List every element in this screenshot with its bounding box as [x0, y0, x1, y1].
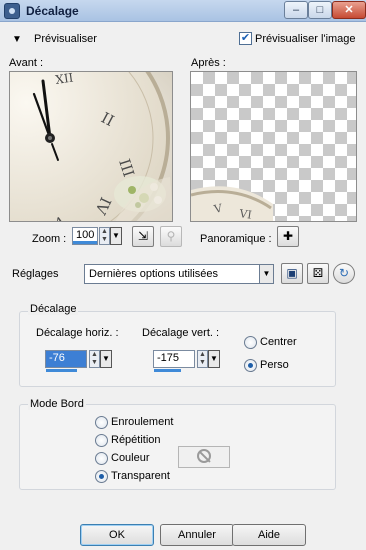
close-icon: ✕ — [344, 4, 354, 16]
color-radio[interactable] — [95, 452, 108, 465]
vertical-offset-label: Décalage vert. : — [142, 327, 220, 339]
minimize-button[interactable]: – — [284, 1, 308, 19]
zoom-fit-icon: ⇲ — [137, 229, 149, 243]
zoom-spinner[interactable]: ▲ ▼ — [99, 227, 110, 245]
center-radio-label[interactable]: Centrer — [260, 336, 297, 348]
vertical-offset-spinner[interactable]: ▲ ▼ — [197, 350, 208, 368]
edge-color-swatch[interactable] — [178, 446, 230, 468]
zoom-input-highlight — [73, 241, 97, 244]
vertical-offset-value: -175 — [157, 352, 180, 364]
reset-icon: ↻ — [338, 266, 350, 280]
transparent-radio-label[interactable]: Transparent — [111, 470, 170, 482]
color-radio-label[interactable]: Couleur — [111, 452, 150, 464]
repeat-radio[interactable] — [95, 434, 108, 447]
chevron-down-icon[interactable]: ▼ — [259, 265, 273, 283]
preview-image-checkbox[interactable]: ✔ — [239, 32, 252, 45]
svg-text:XII: XII — [54, 72, 74, 87]
offset-group-title: Décalage — [28, 303, 79, 315]
horizontal-offset-label: Décalage horiz. : — [36, 327, 119, 339]
randomize-button[interactable]: ⚄ — [307, 263, 329, 284]
horizontal-offset-value: -76 — [49, 352, 65, 364]
presets-label: Réglages — [12, 268, 59, 280]
before-preview: II III IV V XII — [9, 71, 173, 222]
presets-selected: Dernières options utilisées — [89, 268, 219, 280]
preview-section-label[interactable]: Prévisualiser — [34, 33, 97, 45]
wrap-radio-label[interactable]: Enroulement — [111, 416, 173, 428]
horizontal-offset-spinner[interactable]: ▲ ▼ — [89, 350, 100, 368]
presets-select[interactable]: Dernières options utilisées ▼ — [84, 264, 274, 284]
offset-groupbox — [19, 311, 336, 387]
vertical-offset-input[interactable]: -175 — [153, 350, 195, 368]
triangle-down-icon[interactable]: ▼ — [12, 34, 22, 45]
ok-button[interactable]: OK — [80, 524, 154, 546]
after-label: Après : — [191, 57, 226, 69]
clock-image: II III IV V XII — [10, 72, 172, 221]
minimize-icon: – — [292, 4, 300, 16]
horizontal-offset-dropdown[interactable]: ▼ — [100, 350, 112, 368]
horizontal-offset-underline — [46, 369, 77, 372]
close-button[interactable]: ✕ — [332, 1, 366, 19]
move-cross-icon: ✚ — [282, 229, 294, 243]
after-preview: V VI — [190, 71, 357, 222]
repeat-radio-label[interactable]: Répétition — [111, 434, 161, 446]
zoom-actual-button[interactable]: ⚲ — [160, 226, 182, 247]
help-button[interactable]: Aide — [232, 524, 306, 546]
save-preset-button[interactable]: ▣ — [281, 263, 303, 284]
floppy-disk-icon: ▣ — [286, 266, 298, 280]
no-color-icon — [197, 449, 211, 463]
preview-image-label[interactable]: Prévisualiser l'image — [255, 33, 356, 45]
maximize-icon: □ — [316, 4, 324, 16]
reset-button[interactable]: ↻ — [333, 263, 355, 284]
custom-radio[interactable] — [244, 359, 257, 372]
title-bar[interactable]: Décalage – □ ✕ — [0, 0, 366, 22]
pan-button[interactable]: ✚ — [277, 226, 299, 247]
wrap-radio[interactable] — [95, 416, 108, 429]
vertical-offset-dropdown[interactable]: ▼ — [208, 350, 220, 368]
zoom-label: Zoom : — [32, 233, 67, 245]
zoom-input[interactable]: 100 — [72, 227, 98, 245]
window-title: Décalage — [26, 4, 79, 18]
custom-radio-label[interactable]: Perso — [260, 359, 289, 371]
center-radio[interactable] — [244, 336, 257, 349]
edge-mode-group-title: Mode Bord — [28, 398, 86, 410]
before-label: Avant : — [9, 57, 44, 69]
transparent-radio[interactable] — [95, 470, 108, 483]
horizontal-offset-input[interactable]: -76 — [45, 350, 87, 368]
maximize-button[interactable]: □ — [308, 1, 332, 19]
svg-text:VI: VI — [238, 207, 253, 222]
offset-image-fragment: V VI — [191, 186, 273, 222]
dice-icon: ⚄ — [312, 266, 324, 280]
vertical-offset-underline — [154, 369, 181, 372]
zoom-actual-icon: ⚲ — [166, 229, 176, 243]
app-icon — [4, 3, 20, 19]
zoom-dropdown-button[interactable]: ▼ — [110, 227, 122, 245]
zoom-fit-button[interactable]: ⇲ — [132, 226, 154, 247]
pan-label: Panoramique : — [200, 233, 272, 245]
zoom-value: 100 — [76, 229, 95, 241]
offset-dialog: Décalage – □ ✕ ▼ Prévisualiser ✔ Prévisu… — [0, 0, 366, 550]
cancel-button[interactable]: Annuler — [160, 524, 234, 546]
